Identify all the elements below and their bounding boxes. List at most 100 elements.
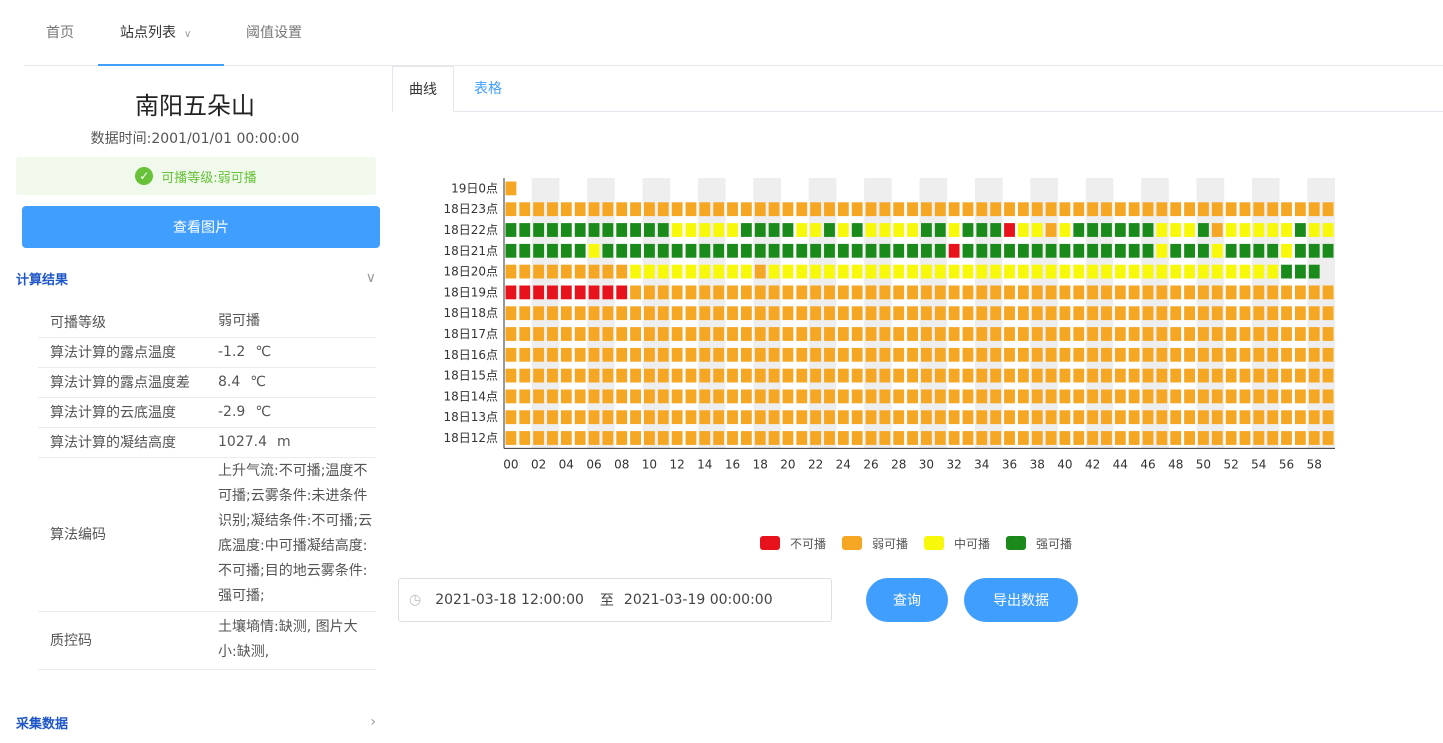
heatmap-cell — [1225, 306, 1237, 321]
heatmap-cell — [1031, 410, 1043, 425]
heatmap-cell — [1087, 223, 1099, 237]
heatmap-cell — [1128, 202, 1140, 217]
heatmap-cell — [1294, 327, 1306, 341]
table-row: 质控码 土壤墒情:缺测, 图片大小:缺测, — [38, 611, 376, 670]
row-key: 可播等级 — [38, 307, 218, 338]
heatmap-cell — [1281, 306, 1292, 321]
heatmap-cell — [699, 223, 711, 237]
heatmap-cell — [782, 285, 794, 300]
heatmap-cell — [824, 223, 835, 237]
heatmap-cell — [1101, 389, 1112, 404]
tab-curve[interactable]: 曲线 — [392, 66, 454, 112]
heatmap-cell — [1253, 223, 1265, 237]
heatmap-cell — [1059, 389, 1071, 404]
heatmap-cell — [976, 389, 988, 404]
calc-results-header[interactable]: 计算结果 ∨ — [16, 266, 376, 290]
heatmap-cell — [1170, 264, 1182, 279]
y-tick-label: 18日16点 — [443, 348, 498, 362]
heatmap-cell — [1267, 223, 1279, 237]
heatmap-cell — [962, 347, 974, 362]
heatmap-cell — [1059, 431, 1071, 445]
heatmap-cell — [1308, 431, 1320, 445]
nav-thresholds[interactable]: 阈值设置 — [246, 0, 302, 66]
x-tick-label: 06 — [586, 457, 601, 471]
x-tick-label: 58 — [1307, 457, 1322, 471]
heatmap-cell — [907, 347, 918, 362]
heatmap-cell — [934, 431, 946, 445]
heatmap-cell — [1156, 306, 1168, 321]
heatmap-cell — [519, 410, 531, 425]
date-range-picker[interactable]: ◷ 2021-03-18 12:00:00 至 2021-03-19 00:00… — [398, 578, 832, 622]
heatmap-cell — [893, 410, 905, 425]
heatmap-cell — [547, 431, 558, 445]
heatmap-cell — [685, 327, 697, 341]
range-start[interactable]: 2021-03-18 12:00:00 — [435, 592, 584, 608]
x-tick-label: 50 — [1196, 457, 1211, 471]
heatmap-cell — [1308, 264, 1320, 279]
heatmap-cell — [851, 306, 863, 321]
heatmap-cell — [1211, 264, 1223, 279]
heatmap-cell — [519, 368, 531, 383]
heatmap-cell — [547, 264, 558, 279]
heatmap-cell — [1294, 347, 1306, 362]
heatmap-cell — [630, 431, 641, 445]
range-end[interactable]: 2021-03-19 00:00:00 — [624, 592, 773, 608]
heatmap-cell — [1156, 347, 1168, 362]
heatmap-cell — [865, 431, 877, 445]
heatmap-cell — [1211, 223, 1223, 237]
heatmap-cell — [1045, 368, 1057, 383]
tab-table[interactable]: 表格 — [458, 66, 518, 112]
heatmap-cell — [505, 327, 517, 341]
heatmap-cell — [962, 389, 974, 404]
heatmap-cell — [837, 243, 849, 258]
heatmap-cell — [699, 202, 711, 217]
heatmap-cell — [810, 389, 822, 404]
heatmap-cell — [1004, 223, 1015, 237]
heatmap-cell — [1184, 389, 1195, 404]
heatmap-cell — [837, 223, 849, 237]
heatmap-cell — [740, 347, 752, 362]
heatmap-cell — [1017, 410, 1029, 425]
nav-home[interactable]: 首页 — [46, 0, 74, 66]
heatmap-cell — [796, 368, 808, 383]
heatmap-cell — [1114, 410, 1126, 425]
collect-data-header[interactable]: 采集数据 › — [16, 710, 376, 734]
x-tick-label: 14 — [697, 457, 712, 471]
heatmap-cell — [948, 368, 960, 383]
heatmap-cell — [1101, 285, 1112, 300]
heatmap-cell — [560, 285, 572, 300]
heatmap-cell — [644, 223, 655, 237]
heatmap-cell — [1294, 243, 1306, 258]
heatmap-cell — [740, 327, 752, 341]
heatmap-cell — [1142, 347, 1154, 362]
heatmap-cell — [796, 243, 808, 258]
heatmap-cell — [547, 389, 558, 404]
heatmap-cell — [1017, 264, 1029, 279]
heatmap-cell — [865, 410, 877, 425]
heatmap-cell — [713, 306, 725, 321]
x-tick-label: 38 — [1030, 457, 1045, 471]
x-tick-label: 28 — [891, 457, 906, 471]
heatmap-cell — [1211, 243, 1223, 258]
heatmap-cell — [644, 389, 655, 404]
heatmap-cell — [727, 410, 738, 425]
export-data-button[interactable]: 导出数据 — [964, 578, 1078, 622]
heatmap-cell — [727, 243, 738, 258]
heatmap-cell — [1045, 264, 1057, 279]
row-value: 土壤墒情:缺测, 图片大小:缺测, — [218, 611, 376, 670]
view-image-button[interactable]: 查看图片 — [22, 206, 380, 248]
heatmap-cell — [1017, 389, 1029, 404]
heatmap-cell — [616, 264, 628, 279]
heatmap-cell — [1073, 243, 1085, 258]
legend-label-1: 弱可播 — [872, 536, 909, 551]
heatmap-cell — [560, 264, 572, 279]
query-button[interactable]: 查询 — [866, 578, 948, 622]
heatmap-cell — [616, 223, 628, 237]
nav-stations[interactable]: 站点列表 ∨ — [98, 0, 224, 66]
heatmap-cell — [824, 327, 835, 341]
legend-swatch-0 — [760, 536, 780, 550]
legend-swatch-2 — [924, 536, 945, 550]
heatmap-cell — [519, 327, 531, 341]
heatmap-cell — [893, 327, 905, 341]
heatmap-cell — [1294, 306, 1306, 321]
